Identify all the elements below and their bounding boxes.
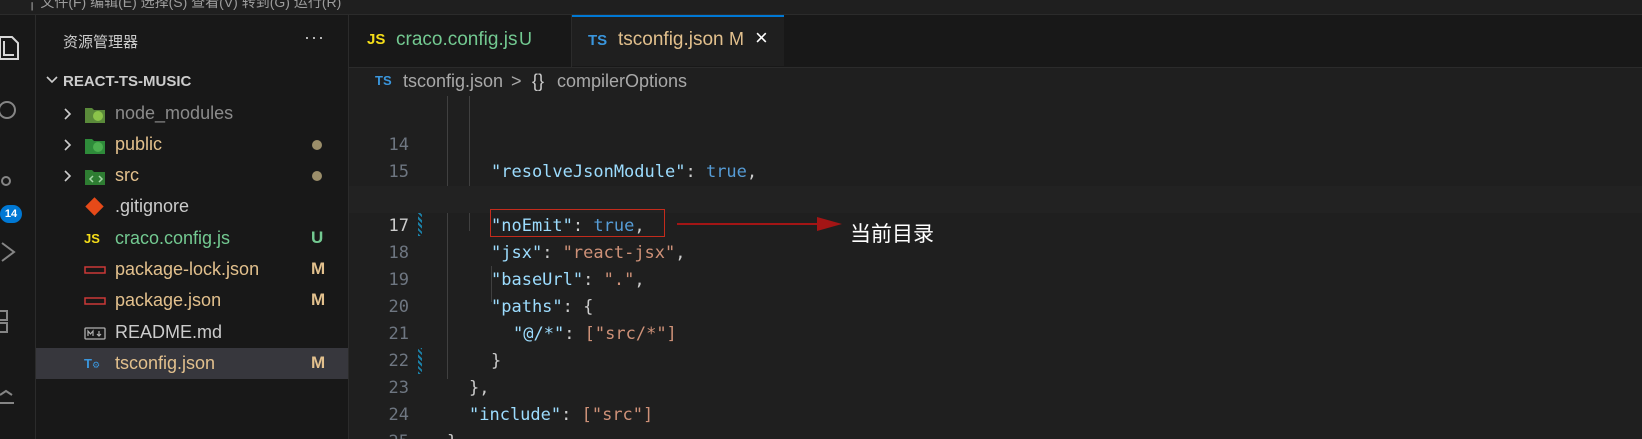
- workspace-root-label: REACT-TS-MUSIC: [63, 73, 192, 90]
- tab-status: U: [519, 29, 532, 49]
- annotation-arrow-icon: [677, 217, 842, 231]
- source-control-icon[interactable]: [0, 173, 24, 203]
- workspace-root[interactable]: REACT-TS-MUSIC: [36, 69, 348, 95]
- code-line: 22 },: [349, 321, 1642, 398]
- code-line: 14 "resolveJsonModule": true,: [349, 105, 1642, 182]
- source-control-badge: 14: [0, 205, 22, 223]
- explorer-title: 资源管理器: [63, 34, 139, 51]
- node-modules-folder-icon: [85, 108, 105, 123]
- annotation-highlight-box: [490, 209, 665, 237]
- tree-item-label: package-lock.json: [115, 259, 260, 279]
- code-line: 25: [349, 402, 1642, 439]
- tab-label: craco.config.js: [396, 29, 518, 50]
- code-line: 21 }: [349, 294, 1642, 371]
- explorer-icon[interactable]: [0, 33, 24, 63]
- tree-item-label: craco.config.js: [115, 228, 231, 248]
- tree-item-public[interactable]: public: [36, 129, 348, 160]
- tab-label: tsconfig.json: [618, 29, 724, 50]
- menu-fragment: ╷ 文件(F) 编辑(E) 选择(S) 查看(V) 转到(G) 运行(R): [28, 0, 342, 10]
- tree-item-src[interactable]: src: [36, 160, 348, 191]
- code-line: 16 "noEmit": true,: [349, 159, 1642, 236]
- modified-dot: [312, 171, 322, 181]
- tree-item-craco-config[interactable]: JS craco.config.js U: [36, 223, 348, 254]
- braces-icon: {}: [532, 71, 545, 91]
- breadcrumb-symbol[interactable]: compilerOptions: [557, 71, 687, 92]
- extensions-icon[interactable]: [0, 307, 24, 337]
- tab-status: M: [729, 29, 744, 49]
- markdown-icon: [84, 327, 106, 340]
- src-folder-icon: [85, 170, 105, 185]
- tree-item-label: README.md: [115, 322, 223, 342]
- git-status: M: [311, 353, 326, 372]
- tree-item-label: node_modules: [115, 103, 234, 123]
- tab-craco-config[interactable]: JS craco.config.js U: [349, 15, 572, 67]
- code-line: 19 "paths": {: [349, 240, 1642, 317]
- tree-item-label: package.json: [115, 290, 222, 310]
- editor-tabs: JS craco.config.js U TS tsconfig.json M …: [349, 15, 1642, 68]
- code-text: }: [447, 429, 457, 439]
- code-editor[interactable]: 14 "resolveJsonModule": true, 15 "isolat…: [349, 96, 1642, 439]
- explorer-sidebar: 资源管理器 ··· REACT-TS-MUSIC node_modules pu…: [36, 15, 349, 439]
- breadcrumb: TS tsconfig.json > {} compilerOptions: [349, 68, 1642, 96]
- code-line: 15 "isolatedModules": true,: [349, 132, 1642, 209]
- tree-item-label: src: [115, 165, 139, 185]
- npm-icon: [84, 266, 106, 274]
- more-actions-button[interactable]: ···: [304, 27, 325, 48]
- js-icon: JS: [84, 231, 100, 246]
- public-folder-icon: [85, 139, 105, 154]
- tree-item-package-json[interactable]: package.json M: [36, 285, 348, 316]
- tree-item-label: .gitignore: [115, 196, 190, 216]
- tree-item-package-lock[interactable]: package-lock.json M: [36, 254, 348, 285]
- tree-item-label: tsconfig.json: [115, 353, 216, 373]
- git-icon: [85, 197, 104, 216]
- tab-tsconfig[interactable]: TS tsconfig.json M ×: [572, 15, 784, 66]
- breadcrumb-separator: >: [511, 71, 522, 91]
- remote-explorer-icon[interactable]: [0, 385, 24, 415]
- git-status: U: [311, 228, 324, 247]
- chevron-right-icon: [64, 108, 72, 120]
- js-icon: JS: [367, 31, 386, 48]
- tsconfig-icon: TS: [588, 32, 608, 49]
- chevron-right-icon: [64, 139, 72, 151]
- tsconfig-icon: TS: [375, 73, 392, 88]
- tree-item-readme[interactable]: README.md: [36, 317, 348, 348]
- line-number: 25: [349, 429, 409, 439]
- close-icon[interactable]: ×: [755, 25, 768, 51]
- chevron-down-icon: [46, 76, 58, 84]
- tree-item-label: public: [115, 134, 163, 154]
- modified-dot: [312, 140, 322, 150]
- chevron-right-icon: [64, 170, 72, 182]
- tree-item-node-modules[interactable]: node_modules: [36, 98, 348, 129]
- tsconfig-icon: T⚙: [84, 356, 101, 371]
- activity-bar: 14: [0, 15, 36, 439]
- code-line: 23 "include": ["src"]: [349, 348, 1642, 425]
- git-status: M: [311, 290, 326, 309]
- breadcrumb-file[interactable]: tsconfig.json: [403, 71, 503, 92]
- code-line: 20 "@/*": ["src/*"]: [349, 267, 1642, 344]
- code-line: 24 }: [349, 375, 1642, 439]
- git-status: M: [311, 259, 326, 278]
- search-icon[interactable]: [0, 97, 24, 127]
- npm-icon: [84, 297, 106, 305]
- title-bar: ╷ 文件(F) 编辑(E) 选择(S) 查看(V) 转到(G) 运行(R): [0, 0, 1642, 15]
- run-debug-icon[interactable]: [0, 237, 24, 267]
- tree-item-tsconfig[interactable]: T⚙ tsconfig.json M: [36, 348, 348, 379]
- annotation-label: 当前目录: [850, 223, 934, 246]
- tree-item-gitignore[interactable]: .gitignore: [36, 191, 348, 222]
